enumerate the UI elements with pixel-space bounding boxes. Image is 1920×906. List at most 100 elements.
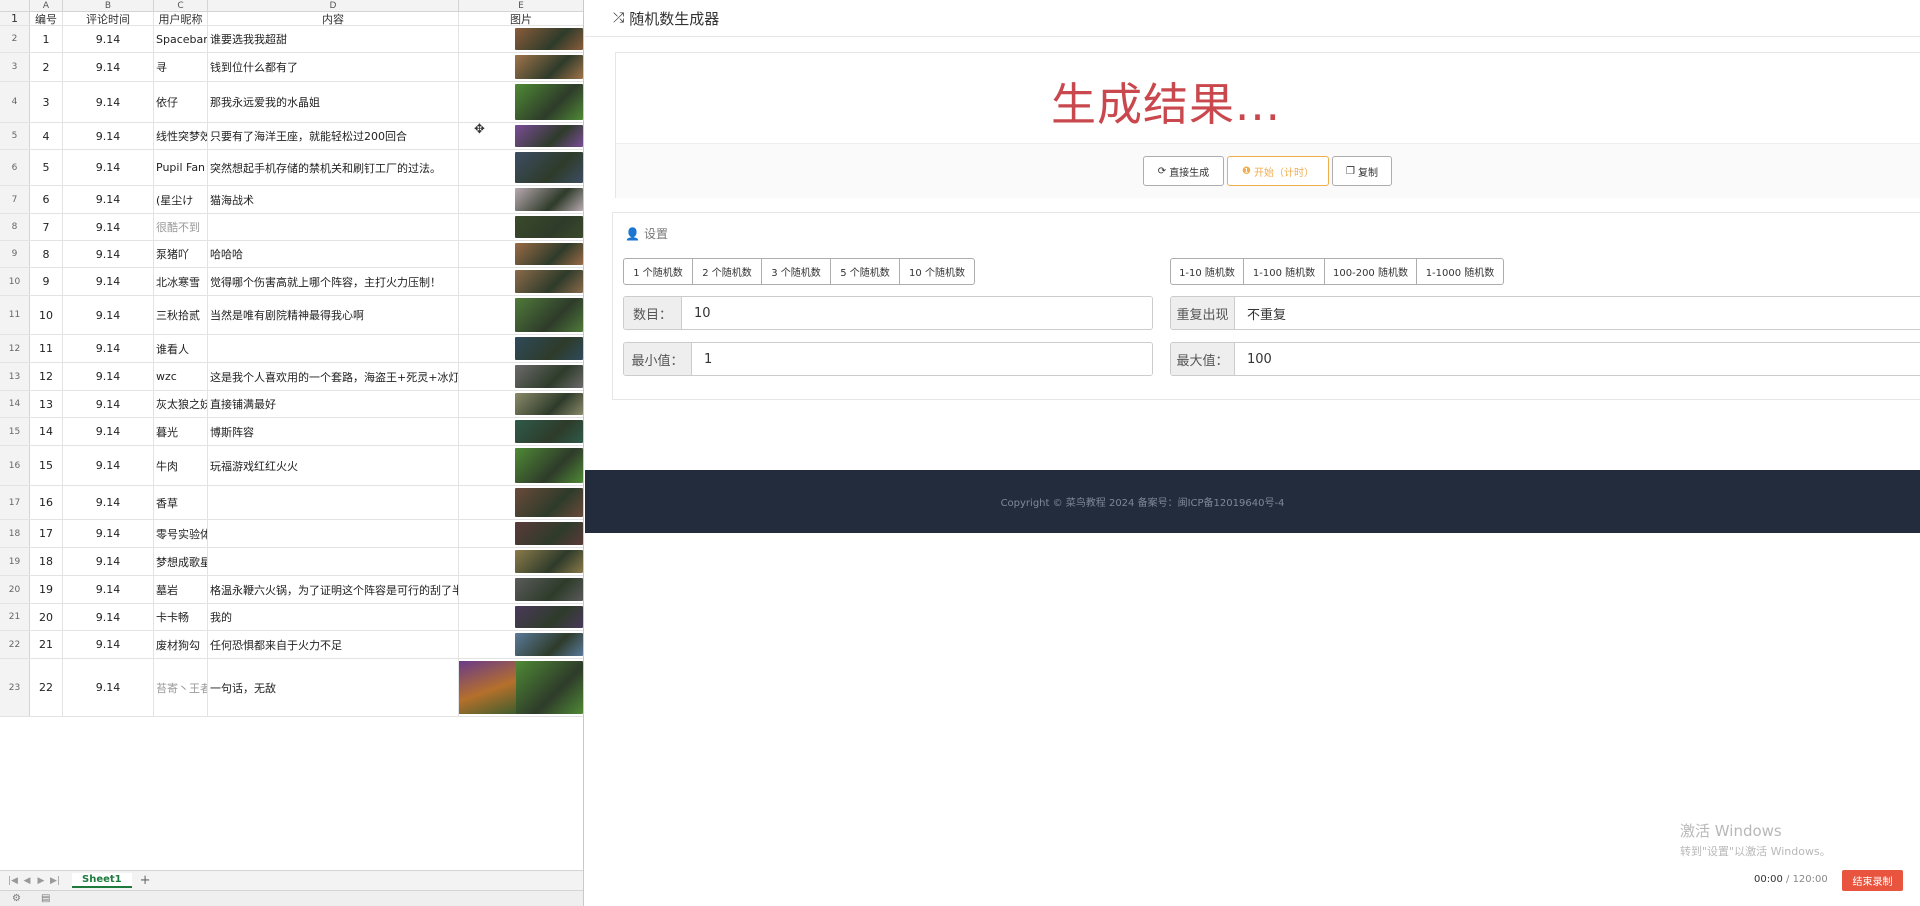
cell-time[interactable]: 9.14 [63,26,154,52]
cell-time[interactable]: 9.14 [63,391,154,417]
cell-time[interactable]: 9.14 [63,548,154,575]
row-number[interactable]: 11 [0,296,30,334]
sheet-tab[interactable]: Sheet1 [72,873,132,888]
row-number[interactable]: 15 [0,418,30,445]
cell-content[interactable]: 格温永鞭六火锅，为了证明这个阵容是可行的刮了半个 [208,576,459,603]
cell-image[interactable] [459,486,583,519]
cell-id[interactable]: 21 [30,631,63,658]
cell-content[interactable] [208,486,459,519]
cell-content[interactable] [208,520,459,547]
cell-content[interactable]: 博斯阵容 [208,418,459,445]
cell-time[interactable]: 9.14 [63,446,154,485]
header-cell-time[interactable]: 评论时间 [63,12,154,25]
column-header-d[interactable]: D [208,0,459,11]
game-screenshot-thumbnail[interactable] [515,633,583,656]
column-header-b[interactable]: B [63,0,154,11]
game-screenshot-thumbnail[interactable] [515,84,583,120]
cell-id[interactable]: 20 [30,604,63,630]
game-screenshot-thumbnail[interactable] [515,243,583,265]
cell-image[interactable] [459,296,583,334]
cell-content[interactable]: 谁要选我我超甜 [208,26,459,52]
cell-user[interactable]: wzc [154,363,208,390]
cell-content[interactable]: 一句话，无敌 [208,659,459,716]
cell-content[interactable] [208,214,459,240]
row-number[interactable]: 3 [0,53,30,81]
cell-content[interactable]: 钱到位什么都有了 [208,53,459,81]
range-100-200-button[interactable]: 100-200 随机数 [1324,258,1417,285]
cell-user[interactable]: 很酷不到 [154,214,208,240]
header-cell-id[interactable]: 编号 [30,12,63,25]
cell-time[interactable]: 9.14 [63,335,154,362]
macro-icon[interactable]: ⚙ [12,893,21,904]
game-screenshot-thumbnail[interactable] [515,365,583,388]
cell-time[interactable]: 9.14 [63,604,154,630]
cell-content[interactable]: 突然想起手机存储的禁机关和刷钉工厂的过法。 [208,150,459,185]
cell-image[interactable] [459,241,583,267]
cell-time[interactable]: 9.14 [63,520,154,547]
cell-time[interactable]: 9.14 [63,123,154,149]
column-header-c[interactable]: C [154,0,208,11]
cell-user[interactable]: 香草 [154,486,208,519]
cell-time[interactable]: 9.14 [63,82,154,122]
cell-user[interactable]: 废材狗勾 [154,631,208,658]
game-screenshot-thumbnail[interactable] [515,393,583,415]
game-screenshot-thumbnail[interactable] [515,152,583,183]
cell-user[interactable]: 牛肉 [154,446,208,485]
row-number[interactable]: 10 [0,268,30,295]
select-all-corner[interactable] [0,0,30,11]
cell-id[interactable]: 3 [30,82,63,122]
cell-image[interactable] [459,214,583,240]
cell-content[interactable]: 任何恐惧都来自于火力不足 [208,631,459,658]
cell-image[interactable] [459,363,583,390]
row-number[interactable]: 18 [0,520,30,547]
cell-id[interactable]: 10 [30,296,63,334]
game-screenshot-thumbnail[interactable] [515,578,583,601]
cell-user[interactable]: 墓岩 [154,576,208,603]
cell-image[interactable] [459,335,583,362]
row-number[interactable]: 17 [0,486,30,519]
row-number[interactable]: 20 [0,576,30,603]
cell-image[interactable] [459,576,583,603]
cell-time[interactable]: 9.14 [63,631,154,658]
cell-time[interactable]: 9.14 [63,363,154,390]
cell-user[interactable]: 三秋拾贰 [154,296,208,334]
cell-image[interactable] [459,520,583,547]
sheet-view-icon[interactable]: ▤ [41,893,50,904]
cell-user[interactable]: 苔寄丶王者 [154,659,208,716]
cell-id[interactable]: 8 [30,241,63,267]
cell-user[interactable]: 灰太狼之妖 [154,391,208,417]
cell-id[interactable]: 18 [30,548,63,575]
game-screenshot-thumbnail[interactable] [515,420,583,443]
cell-image[interactable] [459,53,583,81]
cell-content[interactable]: 当然是唯有剧院精神最得我心啊 [208,296,459,334]
cell-content[interactable]: 只要有了海洋王座，就能轻松过200回合 [208,123,459,149]
cell-content[interactable]: 那我永远爱我的水晶姐 [208,82,459,122]
cell-image[interactable] [459,268,583,295]
start-timed-button[interactable]: ❶ 开始（计时） [1227,156,1329,186]
cell-user[interactable]: Spacebar [154,26,208,52]
cell-image[interactable] [459,186,583,213]
header-cell-user[interactable]: 用户昵称 [154,12,208,25]
game-screenshot-thumbnail[interactable] [515,216,583,238]
add-sheet-button[interactable]: + [140,873,151,888]
row-number[interactable]: 6 [0,150,30,185]
count-input[interactable]: 10 [682,297,1152,329]
cell-image[interactable] [459,446,583,485]
cell-time[interactable]: 9.14 [63,418,154,445]
cell-time[interactable]: 9.14 [63,296,154,334]
cell-content[interactable]: 我的 [208,604,459,630]
range-1-100-button[interactable]: 1-100 随机数 [1243,258,1325,285]
next-sheet-icon[interactable]: ▶ [34,876,48,886]
cell-user[interactable]: 北冰寒雪 [154,268,208,295]
copy-button[interactable]: ❐ 复制 [1332,156,1392,186]
row-number[interactable]: 8 [0,214,30,240]
row-number[interactable]: 23 [0,659,30,716]
cell-content[interactable]: 猫海战术 [208,186,459,213]
cell-image[interactable] [459,418,583,445]
cell-user[interactable]: 线性突梦效 [154,123,208,149]
cell-id[interactable]: 14 [30,418,63,445]
cell-id[interactable]: 13 [30,391,63,417]
header-cell-content[interactable]: 内容 [208,12,459,25]
game-screenshot-thumbnail[interactable] [515,488,583,517]
cell-content[interactable]: 直接铺满最好 [208,391,459,417]
